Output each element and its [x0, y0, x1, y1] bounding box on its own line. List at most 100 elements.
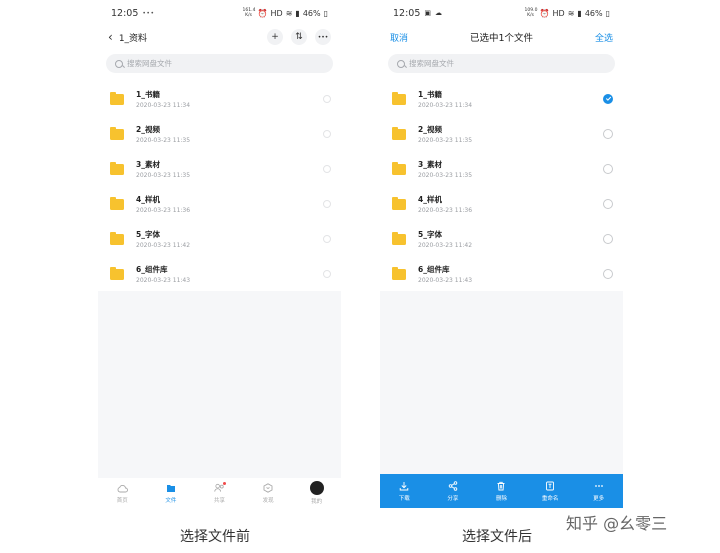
file-row[interactable]: 3_素材 2020-03-23 11:35 — [98, 151, 341, 186]
tab-label: 我的 — [311, 499, 323, 505]
folder-icon — [392, 91, 406, 105]
tab-label: 文件 — [165, 497, 177, 504]
file-name: 1_书籍 — [418, 89, 442, 99]
file-date: 2020-03-23 11:42 — [136, 241, 191, 249]
select-all-button[interactable]: 全选 — [595, 31, 613, 44]
file-name: 1_书籍 — [136, 89, 160, 99]
delete-button[interactable]: 删除 — [477, 474, 526, 508]
rename-button[interactable]: 重命名 — [526, 474, 575, 508]
select-checkbox[interactable] — [603, 198, 613, 209]
action-label: 更多 — [593, 495, 605, 502]
file-name: 3_素材 — [418, 159, 442, 169]
more-button[interactable]: ••• — [315, 29, 331, 45]
notification-badge — [223, 482, 227, 485]
phone-before-selection: 12:05 ••• 161.4 K/s ⏰ HD ≋ ▮ 46% ▯ ‹ 1_资… — [98, 0, 341, 508]
download-icon — [400, 481, 409, 490]
tab-label: 发现 — [262, 497, 274, 504]
search-placeholder: 搜索网盘文件 — [127, 59, 172, 68]
file-date: 2020-03-23 11:36 — [418, 206, 473, 214]
page-title: 已选中1个文件 — [469, 33, 534, 44]
network-speed: 109.0 K/s — [524, 8, 538, 18]
download-button[interactable]: 下载 — [380, 474, 429, 508]
select-checkbox[interactable] — [603, 128, 613, 139]
checkmark-icon — [605, 96, 611, 101]
file-list: 1_书籍 2020-03-23 11:34 2_视频 2020-03-23 11… — [98, 81, 341, 291]
file-row[interactable]: 5_字体 2020-03-23 11:42 — [380, 221, 623, 256]
tab-share[interactable]: 共享 — [195, 478, 244, 508]
select-checkbox[interactable] — [323, 164, 331, 173]
select-checkbox[interactable] — [603, 163, 613, 174]
notification-dots: ••• — [142, 9, 155, 17]
tab-files[interactable]: 文件 — [147, 478, 196, 508]
file-row[interactable]: 4_样机 2020-03-23 11:36 — [380, 186, 623, 221]
checked-checkbox[interactable] — [603, 93, 613, 104]
folder-icon — [110, 196, 124, 210]
cancel-button[interactable]: 取消 — [390, 31, 408, 44]
file-date: 2020-03-23 11:34 — [136, 101, 191, 109]
sort-button[interactable]: ⇅ — [291, 29, 307, 45]
select-checkbox[interactable] — [323, 94, 331, 103]
select-checkbox[interactable] — [323, 234, 331, 243]
file-row[interactable]: 4_样机 2020-03-23 11:36 — [98, 186, 341, 221]
search-placeholder: 搜索网盘文件 — [409, 59, 454, 68]
select-checkbox[interactable] — [323, 269, 331, 278]
page-title: 1_资料 — [118, 33, 148, 44]
alarm-icon: ⏰ — [257, 8, 268, 18]
file-row[interactable]: 2_视频 2020-03-23 11:35 — [98, 116, 341, 151]
file-date: 2020-03-23 11:36 — [136, 206, 191, 214]
tab-profile[interactable]: 我的 — [292, 478, 341, 508]
select-checkbox[interactable] — [603, 233, 613, 244]
network-type: HD — [552, 8, 565, 18]
folder-icon — [392, 196, 406, 210]
file-name: 2_视频 — [136, 124, 160, 134]
action-label: 重命名 — [541, 495, 559, 502]
search-input[interactable]: 搜索网盘文件 — [106, 54, 333, 73]
file-row[interactable]: 3_素材 2020-03-23 11:35 — [380, 151, 623, 186]
file-date: 2020-03-23 11:42 — [418, 241, 473, 249]
cloud-status-icon: ☁ — [435, 9, 443, 17]
caption-after: 选择文件后 — [462, 529, 532, 545]
file-row-selected[interactable]: 1_书籍 2020-03-23 11:34 — [380, 81, 623, 116]
tab-home[interactable]: 首页 — [98, 478, 147, 508]
rename-icon — [546, 481, 555, 490]
add-button[interactable]: + — [267, 29, 283, 45]
search-input[interactable]: 搜索网盘文件 — [388, 54, 615, 73]
file-row[interactable]: 5_字体 2020-03-23 11:42 — [98, 221, 341, 256]
watermark: 知乎 @幺零三 — [566, 514, 668, 533]
file-row[interactable]: 6_组件库 2020-03-23 11:43 — [98, 256, 341, 291]
more-actions-button[interactable]: 更多 — [574, 474, 623, 508]
file-name: 4_样机 — [136, 194, 160, 204]
file-row[interactable]: 2_视频 2020-03-23 11:35 — [380, 116, 623, 151]
status-time: 12:05 — [393, 7, 421, 19]
folder-icon — [165, 483, 176, 494]
file-name: 6_组件库 — [418, 264, 450, 274]
back-arrow-icon[interactable]: ‹ — [108, 31, 113, 43]
file-name: 6_组件库 — [136, 264, 168, 274]
select-checkbox[interactable] — [603, 268, 613, 279]
folder-icon — [392, 266, 406, 280]
file-row[interactable]: 1_书籍 2020-03-23 11:34 — [98, 81, 341, 116]
search-icon — [115, 59, 123, 68]
file-date: 2020-03-23 11:43 — [418, 276, 473, 284]
select-checkbox[interactable] — [323, 129, 331, 138]
image-icon: ▣ — [424, 9, 432, 17]
battery-icon: ▯ — [323, 8, 328, 18]
tab-discover[interactable]: 发现 — [244, 478, 293, 508]
bulk-action-bar: 下载 分享 删除 重命名 更多 — [380, 474, 623, 508]
caption-before: 选择文件前 — [180, 529, 250, 545]
status-bar: 12:05 ••• 161.4 K/s ⏰ HD ≋ ▮ 46% ▯ — [98, 0, 341, 26]
folder-icon — [110, 266, 124, 280]
top-nav: 取消 已选中1个文件 全选 — [380, 26, 623, 48]
action-label: 下载 — [398, 495, 410, 502]
file-date: 2020-03-23 11:35 — [136, 171, 191, 179]
select-checkbox[interactable] — [323, 199, 331, 208]
battery-level: 46% — [584, 8, 603, 18]
cloud-icon — [117, 483, 128, 494]
file-row[interactable]: 6_组件库 2020-03-23 11:43 — [380, 256, 623, 291]
status-time: 12:05 — [111, 7, 139, 19]
file-date: 2020-03-23 11:35 — [418, 171, 473, 179]
folder-icon — [110, 126, 124, 140]
battery-icon: ▯ — [605, 8, 610, 18]
share-button[interactable]: 分享 — [429, 474, 478, 508]
action-label: 分享 — [447, 495, 459, 502]
